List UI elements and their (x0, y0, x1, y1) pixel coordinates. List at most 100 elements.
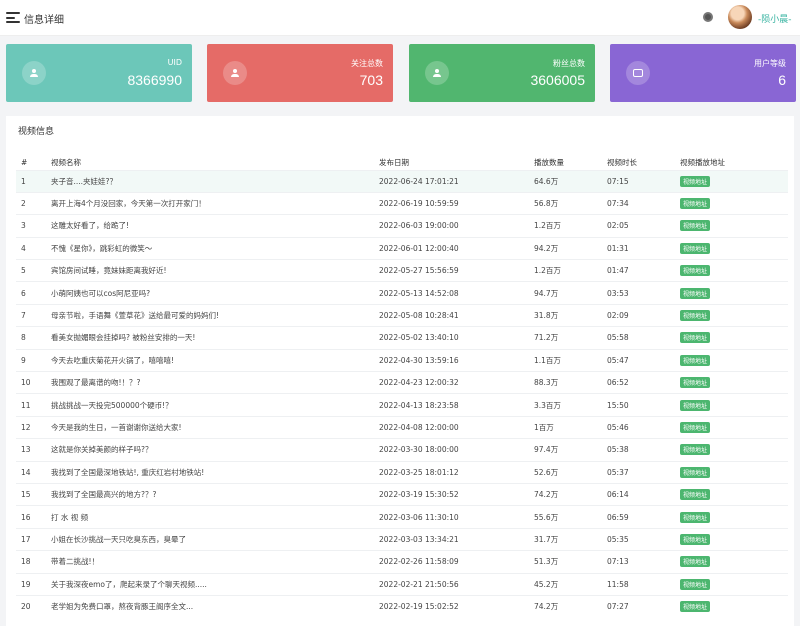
video-link-cell: 视频地址 (680, 281, 788, 305)
video-link-cell: 视频地址 (680, 259, 788, 282)
video-link-button[interactable]: 视频地址 (680, 444, 711, 456)
row-number: 6 (16, 281, 51, 305)
stat-label: 关注总数 (351, 59, 383, 68)
row-number: 19 (16, 572, 51, 596)
video-link-button[interactable]: 视频地址 (680, 377, 711, 389)
video-panel: 视频信息 # 视频名称 发布日期 播放数量 视频时长 视频播放地址 1 夹子音..… (6, 116, 794, 626)
video-link-button[interactable]: 视频地址 (680, 332, 711, 344)
column-header: 播放数量 (534, 158, 564, 168)
username[interactable]: -陨小晨- (758, 12, 792, 25)
stat-card-followers: 粉丝总数 3606005 (409, 44, 595, 102)
play-count: 64.6万 (534, 169, 607, 193)
video-link-button[interactable]: 视频地址 (680, 466, 711, 478)
publish-date: 2022-06-01 12:00:40 (379, 236, 534, 260)
video-duration: 07:27 (607, 594, 680, 618)
play-count: 1.2百万 (534, 214, 607, 238)
video-link-button[interactable]: 视频地址 (680, 399, 711, 411)
video-duration: 07:13 (607, 550, 680, 574)
play-count: 56.8万 (534, 191, 607, 215)
video-link-button[interactable]: 视频地址 (680, 220, 711, 232)
video-duration: 05:38 (607, 438, 680, 462)
table-row: 20 老学姐为免费口罩，熬夜背豚王阁序全文... 2022-02-19 15:02:… (16, 594, 788, 618)
video-name: 看美女抛媚眼会挂掉吗? 被粉丝安排的一天! (51, 326, 379, 350)
publish-date: 2022-02-21 21:50:56 (379, 572, 534, 596)
table-row: 1 夹子音....夹娃娃?？ 2022-06-24 17:01:21 64.6万 07:… (16, 169, 788, 193)
row-number: 7 (16, 303, 51, 327)
publish-date: 2022-02-19 15:02:52 (379, 594, 534, 618)
table-row: 18 带着二挑战!！ 2022-02-26 11:58:09 51.3万 07:13 视频… (16, 550, 788, 574)
video-link-button[interactable]: 视频地址 (680, 354, 711, 366)
video-link-cell: 视频地址 (680, 482, 788, 506)
video-name: 我围观了最离谱的吻!！？? (51, 371, 379, 394)
table-row: 15 我找到了全国最高兴的地方?？? 2022-03-19 15:30:52 74.2… (16, 482, 788, 506)
user-icon (22, 61, 46, 85)
column-header: 视频时长 (607, 158, 637, 168)
video-duration: 01:47 (607, 259, 680, 282)
video-link-button[interactable]: 视频地址 (680, 578, 711, 590)
video-name: 我找到了全国最深地铁站!, 重庆红岩村地铁站! (51, 460, 379, 484)
top-bar: 信息详细 -陨小晨- (0, 0, 800, 36)
video-link-button[interactable]: 视频地址 (680, 175, 711, 187)
play-count: 71.2万 (534, 326, 607, 350)
table-row: 19 关于我深夜emo了，爬起来录了个聊天视频..... 2022-02-21 21… (16, 572, 788, 596)
page-title: 信息详细 (24, 15, 64, 26)
play-count: 31.8万 (534, 303, 607, 327)
stat-value: 703 (359, 72, 383, 88)
publish-date: 2022-04-30 13:59:16 (379, 348, 534, 372)
video-duration: 05:58 (607, 326, 680, 350)
video-name: 老学姐为免费口罩，熬夜背豚王阁序全文... (51, 594, 379, 618)
video-link-cell: 视频地址 (680, 460, 788, 484)
column-header: 发布日期 (379, 158, 409, 168)
video-name: 小姐在长沙挑战一天只吃臭东西，臭晕了 (51, 527, 379, 551)
video-name: 打 水 视 频 (51, 505, 379, 529)
video-link-cell: 视频地址 (680, 527, 788, 551)
video-duration: 05:37 (607, 460, 680, 484)
video-duration: 11:58 (607, 572, 680, 596)
table-row: 10 我围观了最离谱的吻!！？? 2022-04-23 12:00:32 88.3万 0… (16, 371, 788, 394)
table-row: 6 小萌阿姨也可以cos阿尼亚吗? 2022-05-13 14:52:08 94.7万… (16, 281, 788, 305)
video-link-button[interactable]: 视频地址 (680, 556, 711, 568)
column-header: 视频播放地址 (680, 158, 725, 168)
play-count: 1百万 (534, 415, 607, 439)
panel-title: 视频信息 (18, 127, 55, 137)
video-link-cell: 视频地址 (680, 505, 788, 529)
video-link-button[interactable]: 视频地址 (680, 310, 711, 322)
row-number: 9 (16, 348, 51, 372)
video-link-button[interactable]: 视频地址 (680, 533, 711, 545)
video-link-button[interactable]: 视频地址 (680, 242, 711, 254)
play-count: 3.3百万 (534, 393, 607, 417)
row-number: 12 (16, 415, 51, 439)
play-count: 52.6万 (534, 460, 607, 484)
row-number: 11 (16, 393, 51, 417)
row-number: 1 (16, 169, 51, 193)
publish-date: 2022-02-26 11:58:09 (379, 550, 534, 574)
video-duration: 06:59 (607, 505, 680, 529)
video-link-button[interactable]: 视频地址 (680, 265, 711, 277)
video-link-cell: 视频地址 (680, 438, 788, 462)
row-number: 2 (16, 191, 51, 215)
notification-icon[interactable] (703, 12, 713, 22)
publish-date: 2022-03-03 13:34:21 (379, 527, 534, 551)
video-name: 带着二挑战!！ (51, 550, 379, 574)
video-name: 这就是你关掉美颜的样子吗?？ (51, 438, 379, 462)
user-icon (223, 61, 247, 85)
menu-icon[interactable] (6, 12, 20, 23)
video-link-button[interactable]: 视频地址 (680, 601, 711, 613)
video-link-button[interactable]: 视频地址 (680, 287, 711, 299)
video-link-button[interactable]: 视频地址 (680, 511, 711, 523)
publish-date: 2022-04-08 12:00:00 (379, 415, 534, 439)
video-duration: 06:14 (607, 482, 680, 506)
avatar[interactable] (728, 5, 752, 29)
stat-value: 6 (778, 72, 786, 88)
table-row: 14 我找到了全国最深地铁站!, 重庆红岩村地铁站! 2022-03-25 18:0… (16, 460, 788, 484)
video-link-cell: 视频地址 (680, 326, 788, 350)
play-count: 88.3万 (534, 371, 607, 394)
row-number: 3 (16, 214, 51, 238)
user-icon (425, 61, 449, 85)
video-link-button[interactable]: 视频地址 (680, 489, 711, 501)
publish-date: 2022-04-23 12:00:32 (379, 371, 534, 394)
play-count: 94.7万 (534, 281, 607, 305)
video-link-button[interactable]: 视频地址 (680, 198, 711, 210)
video-link-button[interactable]: 视频地址 (680, 421, 711, 433)
table-row: 17 小姐在长沙挑战一天只吃臭东西，臭晕了 2022-03-03 13:34:21 3… (16, 527, 788, 551)
